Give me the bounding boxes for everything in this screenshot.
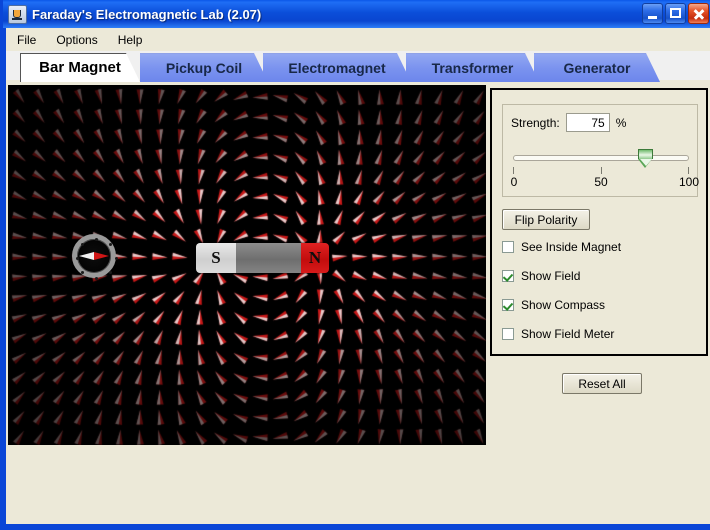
- checkbox-label: Show Field: [521, 269, 581, 283]
- window-title: Faraday's Electromagnetic Lab (2.07): [32, 6, 262, 22]
- magnet-north-pole: N: [301, 243, 329, 273]
- menu-bar: File Options Help: [6, 28, 710, 52]
- application-window: Faraday's Electromagnetic Lab (2.07) Fil…: [0, 0, 710, 530]
- checkbox-label: Show Compass: [521, 298, 606, 312]
- slider-tick-min: [513, 167, 514, 174]
- compass-ring-dot: [114, 257, 118, 260]
- minimize-button[interactable]: [642, 3, 663, 24]
- strength-group: Strength: 75 % 0 50 100: [502, 104, 699, 197]
- checkbox-box[interactable]: [502, 328, 514, 340]
- checkbox-show-field-meter[interactable]: Show Field Meter: [502, 327, 614, 341]
- tab-label: Transformer: [431, 59, 514, 76]
- compass-ring-dot: [75, 257, 79, 260]
- compass-ring-dot: [108, 243, 112, 247]
- slider-tick-mid: [601, 167, 602, 174]
- strength-slider[interactable]: [513, 149, 689, 168]
- tick-label-0: 0: [510, 175, 518, 189]
- checkbox-box[interactable]: [502, 241, 514, 253]
- slider-thumb-body: [638, 149, 653, 159]
- tab-label: Generator: [563, 59, 631, 76]
- tab-label: Bar Magnet: [39, 59, 121, 76]
- compass-ring-dot: [108, 270, 112, 274]
- close-icon: [689, 4, 708, 23]
- flip-polarity-button[interactable]: Flip Polarity: [502, 209, 590, 230]
- tab-electromagnet[interactable]: Electromagnet: [263, 53, 411, 82]
- reset-all-button[interactable]: Reset All: [562, 373, 642, 394]
- compass-needle-south: [79, 252, 94, 260]
- maximize-button[interactable]: [665, 3, 686, 24]
- compass[interactable]: [72, 234, 118, 280]
- tab-pickup-coil[interactable]: Pickup Coil: [140, 53, 268, 82]
- compass-ring-dot: [95, 276, 98, 280]
- strength-input[interactable]: 75: [565, 113, 610, 132]
- checkbox-box[interactable]: [502, 270, 514, 282]
- slider-track[interactable]: [513, 155, 689, 161]
- tab-bar-magnet[interactable]: Bar Magnet: [20, 53, 140, 82]
- window-controls: [642, 3, 709, 24]
- strength-row: Strength: 75 %: [511, 113, 626, 132]
- checkbox-label: Show Field Meter: [521, 327, 615, 341]
- slider-thumb-tip-inner: [639, 159, 652, 166]
- simulation-area[interactable]: S N: [8, 85, 486, 445]
- maximize-icon: [666, 4, 685, 23]
- checkbox-box[interactable]: [502, 299, 514, 311]
- minimize-icon: [643, 4, 662, 23]
- checkbox-show-compass[interactable]: Show Compass: [502, 298, 605, 312]
- menu-item-options[interactable]: Options: [47, 30, 106, 50]
- menu-item-file[interactable]: File: [8, 30, 45, 50]
- tab-label: Pickup Coil: [165, 59, 243, 76]
- checkbox-show-field[interactable]: Show Field: [502, 269, 580, 283]
- checkbox-label: See Inside Magnet: [521, 240, 622, 254]
- bar-magnet-control-panel: Bar Magnet Strength: 75 %: [490, 88, 708, 394]
- strength-unit: %: [615, 115, 627, 130]
- menu-item-help[interactable]: Help: [109, 30, 152, 50]
- tab-label: Electromagnet: [288, 59, 386, 76]
- checkbox-see-inside-magnet[interactable]: See Inside Magnet: [502, 240, 621, 254]
- slider-tick-labels: 0 50 100: [503, 175, 699, 191]
- tick-label-50: 50: [594, 175, 608, 189]
- compass-ring-dot: [81, 243, 85, 247]
- bar-magnet[interactable]: S N: [196, 243, 329, 273]
- tab-generator[interactable]: Generator: [534, 53, 660, 82]
- compass-ring-dot: [95, 237, 98, 241]
- content-area: S N Bar Magnet Strength: 75 %: [6, 83, 710, 524]
- compass-ring-dot: [81, 270, 85, 274]
- compass-needle-north: [94, 252, 109, 260]
- slider-ticks: [513, 167, 689, 175]
- magnet-south-pole: S: [196, 243, 236, 273]
- strength-label: Strength:: [511, 115, 560, 130]
- tab-strip: Bar Magnet Pickup Coil Electromagnet Tra…: [6, 51, 710, 83]
- slider-tick-max: [688, 167, 689, 174]
- magnet-middle: [236, 243, 301, 273]
- slider-thumb[interactable]: [638, 149, 653, 168]
- title-bar: Faraday's Electromagnetic Lab (2.07): [3, 0, 710, 28]
- tab-transformer[interactable]: Transformer: [406, 53, 539, 82]
- tick-label-100: 100: [678, 175, 700, 189]
- close-button[interactable]: [688, 3, 709, 24]
- java-coffee-cup-icon: [8, 4, 27, 24]
